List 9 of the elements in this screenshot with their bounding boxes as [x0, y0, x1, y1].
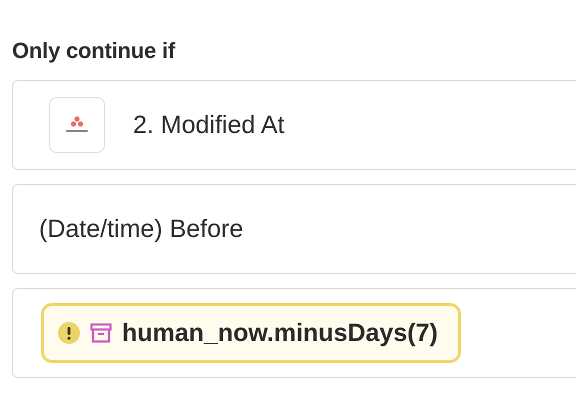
warning-icon — [58, 322, 80, 344]
condition-selector[interactable]: (Date/time) Before — [12, 184, 576, 274]
value-pill[interactable]: human_now.minusDays(7) — [41, 303, 461, 363]
archive-box-icon — [90, 323, 112, 343]
condition-label: (Date/time) Before — [39, 214, 244, 244]
section-title: Only continue if — [12, 38, 176, 64]
field-label: 2. Modified At — [133, 110, 284, 140]
field-selector[interactable]: 2. Modified At — [12, 80, 576, 170]
app-logo-icon — [49, 97, 105, 153]
